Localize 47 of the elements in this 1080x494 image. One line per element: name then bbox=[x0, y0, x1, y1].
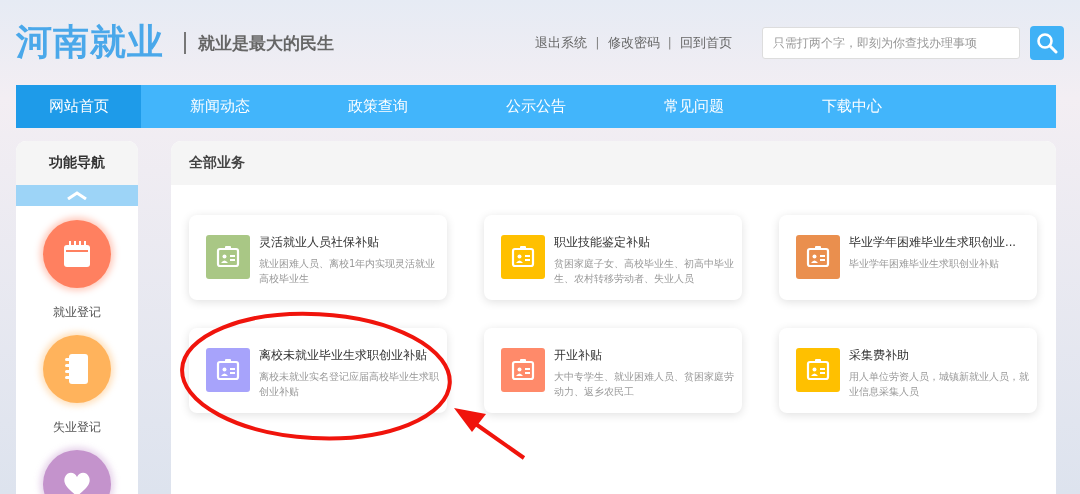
search-icon bbox=[1036, 31, 1058, 54]
service-card[interactable]: 开业补贴 大中专学生、就业困难人员、贫困家庭劳动力、返乡农民工 bbox=[484, 328, 742, 413]
service-card[interactable]: 采集费补助 用人单位劳资人员，城镇新就业人员，就业信息采集人员 bbox=[779, 328, 1037, 413]
card-title: 职业技能鉴定补贴 bbox=[554, 235, 651, 250]
service-card[interactable]: 职业技能鉴定补贴 贫困家庭子女、高校毕业生、初高中毕业生、农村转移劳动者、失业人员 bbox=[484, 215, 742, 300]
heart-icon bbox=[62, 471, 92, 494]
card-description: 毕业学年困难毕业生求职创业补贴 bbox=[849, 257, 1000, 271]
id-badge-icon bbox=[805, 357, 831, 383]
id-badge-icon bbox=[510, 357, 536, 383]
chevron-up-icon bbox=[67, 191, 87, 200]
calendar-icon bbox=[62, 240, 92, 268]
card-description: 大中专学生、就业困难人员、贫困家庭劳动力、返乡农民工 bbox=[554, 370, 734, 399]
site-slogan: 就业是最大的民生 bbox=[184, 31, 334, 54]
header-link[interactable]: 修改密码 bbox=[607, 33, 660, 52]
notebook-icon bbox=[64, 353, 90, 385]
card-description: 就业困难人员、离校1年内实现灵活就业高校毕业生 bbox=[259, 257, 437, 286]
id-badge-icon bbox=[510, 244, 536, 270]
site-logo: 河南就业 bbox=[16, 19, 164, 64]
panel-title: 全部业务 bbox=[171, 141, 1056, 185]
card-title: 离校未就业毕业生求职创业补贴 bbox=[259, 348, 428, 363]
service-card[interactable]: 毕业学年困难毕业生求职创业... 毕业学年困难毕业生求职创业补贴 bbox=[779, 215, 1037, 300]
sidebar-item-label[interactable]: 就业登记 bbox=[53, 304, 101, 321]
header-link[interactable]: 退出系统 bbox=[535, 33, 588, 52]
id-badge-icon bbox=[215, 244, 241, 270]
link-separator: | bbox=[595, 35, 600, 50]
nav-icon-circle[interactable] bbox=[43, 335, 111, 403]
search-button[interactable] bbox=[1030, 25, 1064, 60]
search-field[interactable]: 只需打两个字，即刻为你查找办理事项 bbox=[762, 26, 1020, 59]
service-card[interactable]: 灵活就业人员社保补贴 就业困难人员、离校1年内实现灵活就业高校毕业生 bbox=[189, 215, 447, 300]
nav-tab[interactable]: 网站首页 bbox=[16, 85, 141, 128]
header-link[interactable]: 回到首页 bbox=[680, 33, 732, 52]
card-description: 用人单位劳资人员，城镇新就业人员，就业信息采集人员 bbox=[849, 370, 1029, 399]
nav-icon-circle[interactable] bbox=[43, 220, 111, 288]
card-title: 开业补贴 bbox=[554, 348, 603, 363]
id-badge-icon bbox=[215, 357, 241, 383]
sidebar-item-label[interactable]: 失业登记 bbox=[53, 419, 101, 436]
card-description: 离校未就业实名登记应届高校毕业生求职创业补贴 bbox=[259, 370, 439, 399]
link-separator: | bbox=[667, 35, 672, 50]
scroll-up-button[interactable] bbox=[16, 185, 138, 206]
card-title: 毕业学年困难毕业生求职创业... bbox=[849, 235, 1016, 250]
annotation-arrow bbox=[454, 408, 526, 460]
service-card[interactable]: 离校未就业毕业生求职创业补贴 离校未就业实名登记应届高校毕业生求职创业补贴 bbox=[189, 328, 447, 413]
card-description: 贫困家庭子女、高校毕业生、初高中毕业生、农村转移劳动者、失业人员 bbox=[554, 257, 734, 286]
card-title: 采集费补助 bbox=[849, 348, 910, 363]
sidebar-title: 功能导航 bbox=[16, 141, 138, 185]
id-badge-icon bbox=[805, 244, 831, 270]
card-title: 灵活就业人员社保补贴 bbox=[259, 235, 380, 250]
